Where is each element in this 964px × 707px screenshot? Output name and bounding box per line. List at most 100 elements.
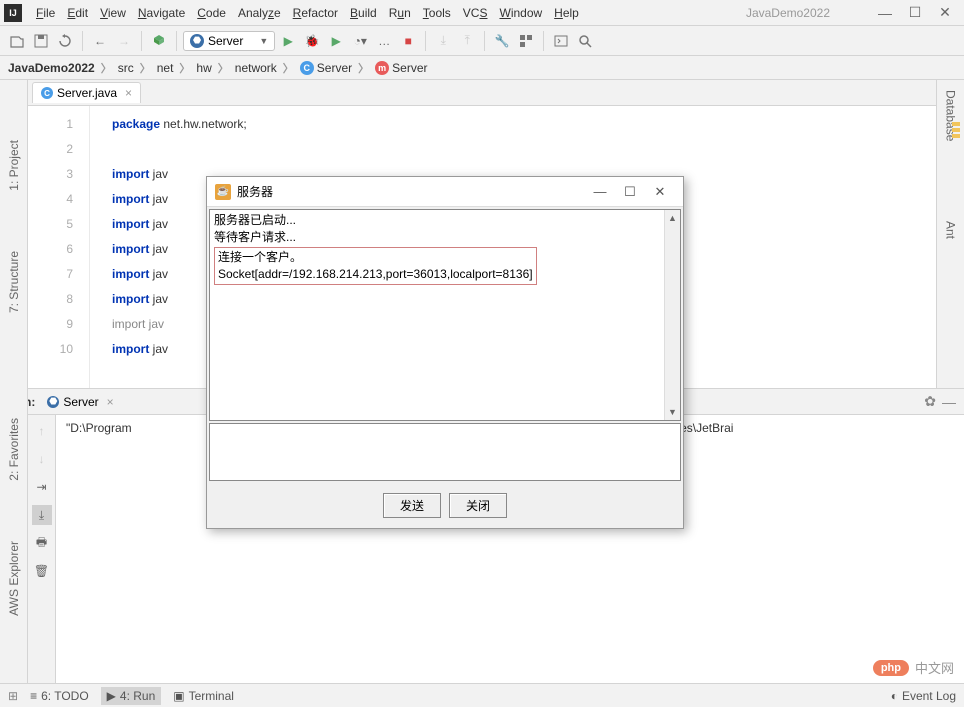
editor-tab[interactable]: C Server.java × [32, 82, 141, 103]
scroll-end-icon[interactable]: ⤓ [32, 505, 52, 525]
breadcrumb: JavaDemo2022 〉 src 〉 net 〉 hw 〉 network … [0, 56, 964, 80]
dialog-titlebar[interactable]: ☕ 服务器 — ☐ ✕ [207, 177, 683, 207]
menu-tools[interactable]: Tools [417, 6, 457, 20]
refresh-icon[interactable] [54, 30, 76, 52]
close-button[interactable]: ✕ [930, 4, 960, 21]
menu-vcs[interactable]: VCS [457, 6, 494, 20]
print-icon[interactable]: 🖶 [32, 533, 52, 553]
close-button[interactable]: ✕ [645, 184, 675, 200]
watermark-text: 中文网 [915, 658, 954, 677]
left-tool-stripe: 1: Project 7: Structure [0, 80, 28, 388]
terminal-tab[interactable]: ▣ Terminal [173, 689, 234, 703]
highlighted-output: 连接一个客户。 Socket[addr=/192.168.214.213,por… [214, 247, 537, 285]
maximize-button[interactable]: ☐ [615, 184, 645, 200]
editor-marks [952, 122, 960, 138]
settings-icon[interactable]: 🔧 [491, 30, 513, 52]
run-icon[interactable]: ▶ [277, 30, 299, 52]
project-tool-tab[interactable]: 1: Project [7, 140, 21, 191]
breadcrumb-item[interactable]: hw [196, 61, 211, 75]
project-structure-icon[interactable] [515, 30, 537, 52]
profile-icon[interactable]: ◔▾ [349, 30, 371, 52]
send-button[interactable]: 发送 [383, 493, 441, 518]
tool-windows-icon[interactable]: ⊞ [8, 689, 18, 703]
up-icon[interactable]: ↑ [32, 421, 52, 441]
minimize-button[interactable]: — [870, 5, 900, 21]
minimize-button[interactable]: — [585, 184, 615, 199]
run-configuration-selector[interactable]: ⬣ Server ▼ [183, 31, 275, 51]
server-dialog: ☕ 服务器 — ☐ ✕ 服务器已启动... 等待客户请求... 连接一个客户。 … [206, 176, 684, 529]
run-toolbar-secondary: ↑ ↓ ⇥ ⤓ 🖶 🗑 [28, 415, 56, 705]
watermark-logo: php [873, 660, 909, 676]
chevron-right-icon: 〉 [179, 60, 190, 76]
breadcrumb-item[interactable]: src [118, 61, 134, 75]
event-log-tab[interactable]: ◐ Event Log [891, 689, 956, 703]
menu-file[interactable]: File [30, 6, 61, 20]
project-name-label: JavaDemo2022 [746, 6, 830, 20]
down-icon[interactable]: ↓ [32, 449, 52, 469]
save-icon[interactable] [30, 30, 52, 52]
scroll-up-icon[interactable]: ▲ [665, 210, 680, 226]
breadcrumb-item[interactable]: network [235, 61, 277, 75]
favorites-tool-tab[interactable]: 2: Favorites [7, 418, 21, 481]
config-icon: ⬣ [47, 396, 59, 408]
back-icon[interactable]: ← [89, 30, 111, 52]
close-tab-icon[interactable]: × [125, 86, 132, 100]
menu-window[interactable]: Window [493, 6, 548, 20]
aws-tool-tab[interactable]: AWS Explorer [7, 541, 21, 616]
run-anything-icon[interactable] [550, 30, 572, 52]
menu-view[interactable]: View [94, 6, 132, 20]
clear-icon[interactable]: 🗑 [32, 561, 52, 581]
chevron-right-icon: 〉 [283, 60, 294, 76]
java-icon: ☕ [215, 184, 231, 200]
menu-refactor[interactable]: Refactor [287, 6, 344, 20]
close-dialog-button[interactable]: 关闭 [449, 493, 507, 518]
vcs-update-icon[interactable]: ⤓ [432, 30, 454, 52]
left-tool-stripe-bottom: 2: Favorites AWS Explorer [0, 388, 28, 683]
right-tool-stripe: Database Ant [936, 80, 964, 388]
ant-tool-tab[interactable]: Ant [944, 221, 958, 239]
hide-icon[interactable]: — [942, 394, 956, 410]
breadcrumb-item[interactable]: net [157, 61, 174, 75]
attach-icon[interactable]: … [373, 30, 395, 52]
search-everywhere-icon[interactable] [574, 30, 596, 52]
structure-tool-tab[interactable]: 7: Structure [7, 251, 21, 313]
forward-icon[interactable]: → [113, 30, 135, 52]
maximize-button[interactable]: ☐ [900, 4, 930, 21]
method-icon: m [375, 61, 389, 75]
open-icon[interactable] [6, 30, 28, 52]
title-bar: IJ File Edit View Navigate Code Analyze … [0, 0, 964, 26]
output-line: 服务器已启动... [214, 212, 676, 229]
close-tab-icon[interactable]: × [107, 395, 114, 409]
breadcrumb-member[interactable]: mServer [375, 61, 427, 75]
dialog-buttons: 发送 关闭 [207, 483, 683, 528]
chevron-down-icon: ▼ [259, 36, 268, 46]
debug-icon[interactable]: 🐞 [301, 30, 323, 52]
editor-tab-bar: C Server.java × [28, 80, 936, 106]
menu-navigate[interactable]: Navigate [132, 6, 191, 20]
settings-icon[interactable]: ✿ [924, 393, 936, 410]
scroll-down-icon[interactable]: ▼ [665, 404, 680, 420]
todo-tab[interactable]: ≡ 6: TODO [30, 689, 89, 703]
breadcrumb-root[interactable]: JavaDemo2022 [8, 61, 95, 75]
breadcrumb-class[interactable]: CServer [300, 61, 352, 75]
dialog-input[interactable] [209, 423, 681, 481]
menu-edit[interactable]: Edit [61, 6, 94, 20]
watermark: php 中文网 [873, 658, 954, 677]
menu-code[interactable]: Code [191, 6, 232, 20]
menu-build[interactable]: Build [344, 6, 383, 20]
menu-run[interactable]: Run [383, 6, 417, 20]
vcs-commit-icon[interactable]: ⤒ [456, 30, 478, 52]
menu-analyze[interactable]: Analyze [232, 6, 287, 20]
chevron-right-icon: 〉 [358, 60, 369, 76]
stop-icon[interactable]: ■ [397, 30, 419, 52]
output-line: 等待客户请求... [214, 229, 676, 246]
dialog-output[interactable]: 服务器已启动... 等待客户请求... 连接一个客户。 Socket[addr=… [209, 209, 681, 421]
coverage-icon[interactable]: ▶ [325, 30, 347, 52]
soft-wrap-icon[interactable]: ⇥ [32, 477, 52, 497]
run-tab[interactable]: ⬣ Server × [41, 393, 119, 411]
menu-help[interactable]: Help [548, 6, 585, 20]
scrollbar[interactable]: ▲ ▼ [664, 210, 680, 420]
run-tab[interactable]: ▶ 4: Run [101, 687, 162, 705]
build-icon[interactable] [148, 30, 170, 52]
chevron-right-icon: 〉 [140, 60, 151, 76]
